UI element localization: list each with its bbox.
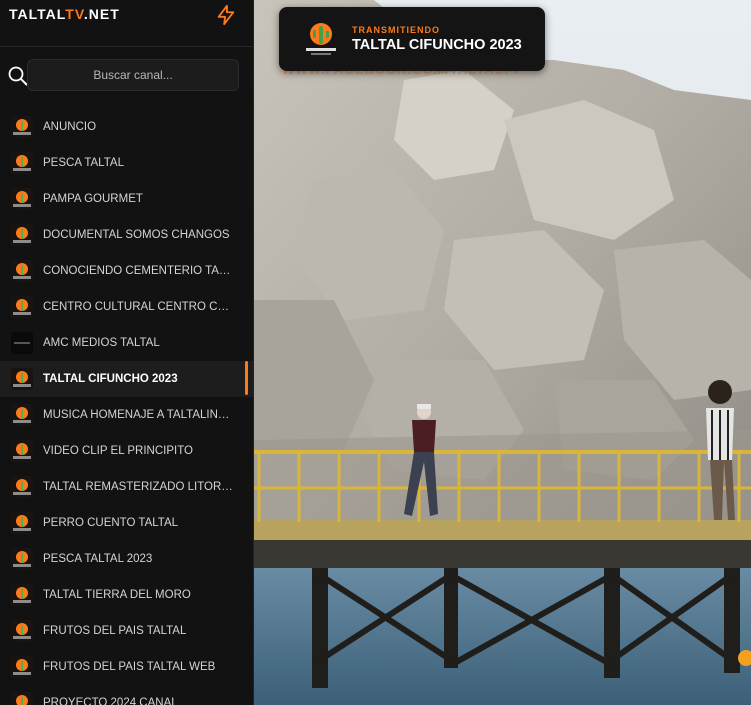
channel-list: ANUNCIO PESCA TALTAL PAMPA GOURMET DOCUMENT… xyxy=(0,109,253,705)
channel-item[interactable]: PESCA TALTAL 2023 xyxy=(0,541,253,577)
channel-thumbnail xyxy=(11,440,33,462)
channel-label: FRUTOS DEL PAIS TALTAL xyxy=(43,625,187,637)
channel-item[interactable]: PESCA TALTAL xyxy=(0,145,253,181)
channel-label: VIDEO CLIP EL PRINCIPITO xyxy=(43,445,193,457)
channel-label: TALTAL TIERRA DEL MORO xyxy=(43,589,191,601)
channel-item[interactable]: PERRO CUENTO TALTAL xyxy=(0,505,253,541)
channel-item[interactable]: ANUNCIO xyxy=(0,109,253,145)
sidebar: TALTALTV.NET ANUNCIO PESCA TALTAL PAMPA GO… xyxy=(0,0,254,705)
channel-item[interactable]: AMC MEDIOS TALTAL xyxy=(0,325,253,361)
now-playing-card: TRANSMITIENDO TALTAL CIFUNCHO 2023 xyxy=(279,7,545,71)
channel-thumbnail xyxy=(11,476,33,498)
channel-thumbnail xyxy=(11,656,33,678)
channel-thumbnail xyxy=(11,152,33,174)
channel-label: PERRO CUENTO TALTAL xyxy=(43,517,179,529)
video-frame xyxy=(254,0,751,705)
channel-item[interactable]: FRUTOS DEL PAIS TALTAL xyxy=(0,613,253,649)
lightning-icon[interactable] xyxy=(215,3,237,27)
channel-thumbnail xyxy=(11,692,33,705)
channel-label: PESCA TALTAL 2023 xyxy=(43,553,153,565)
channel-item[interactable]: MUSICA HOMENAJE A TALTALINOS xyxy=(0,397,253,433)
channel-item[interactable]: TALTAL TIERRA DEL MORO xyxy=(0,577,253,613)
channel-thumbnail xyxy=(11,260,33,282)
channel-thumbnail xyxy=(11,512,33,534)
channel-item[interactable]: TALTAL REMASTERIZADO LITORAL xyxy=(0,469,253,505)
brand-row: TALTALTV.NET xyxy=(0,0,253,47)
channel-thumbnail xyxy=(11,620,33,642)
channel-thumbnail xyxy=(11,368,33,390)
channel-item[interactable]: DOCUMENTAL SOMOS CHANGOS xyxy=(0,217,253,253)
now-playing-title: TALTAL CIFUNCHO 2023 xyxy=(352,37,522,53)
channel-item[interactable]: VIDEO CLIP EL PRINCIPITO xyxy=(0,433,253,469)
channel-item[interactable]: PAMPA GOURMET xyxy=(0,181,253,217)
channel-label: TALTAL CIFUNCHO 2023 xyxy=(43,373,178,385)
channel-thumbnail xyxy=(11,548,33,570)
channel-label: PAMPA GOURMET xyxy=(43,193,143,205)
channel-label: DOCUMENTAL SOMOS CHANGOS xyxy=(43,229,230,241)
channel-label: FRUTOS DEL PAIS TALTAL WEB xyxy=(43,661,216,673)
search-input[interactable] xyxy=(27,59,239,91)
channel-item[interactable]: CONOCIENDO CEMENTERIO TALTAL xyxy=(0,253,253,289)
video-player[interactable]: WWW.FACEBOOK.COM/TALTALTV xyxy=(254,0,751,705)
channel-thumbnail xyxy=(11,116,33,138)
channel-thumbnail xyxy=(11,332,33,354)
channel-thumbnail xyxy=(11,188,33,210)
channel-label: PESCA TALTAL xyxy=(43,157,124,169)
channel-thumbnail xyxy=(11,584,33,606)
channel-logo xyxy=(306,23,336,55)
now-playing-status: TRANSMITIENDO xyxy=(352,25,440,35)
channel-item[interactable]: CENTRO CULTURAL CENTRO CAMINO xyxy=(0,289,253,325)
channel-item[interactable]: PROYECTO 2024 CANAL xyxy=(0,685,253,705)
brand-logo[interactable]: TALTALTV.NET xyxy=(9,6,120,22)
channel-label: PROYECTO 2024 CANAL xyxy=(43,697,178,705)
channel-label: CONOCIENDO CEMENTERIO TALTAL xyxy=(43,265,233,277)
search-icon xyxy=(8,66,28,86)
channel-label: ANUNCIO xyxy=(43,121,97,133)
channel-label: TALTAL REMASTERIZADO LITORAL xyxy=(43,481,233,493)
channel-item[interactable]: TALTAL CIFUNCHO 2023 xyxy=(0,361,253,397)
channel-thumbnail xyxy=(11,224,33,246)
channel-thumbnail xyxy=(11,404,33,426)
channel-label: CENTRO CULTURAL CENTRO CAMINO xyxy=(43,301,233,313)
channel-label: MUSICA HOMENAJE A TALTALINOS xyxy=(43,409,233,421)
channel-label: AMC MEDIOS TALTAL xyxy=(43,337,160,349)
channel-item[interactable]: FRUTOS DEL PAIS TALTAL WEB xyxy=(0,649,253,685)
channel-thumbnail xyxy=(11,296,33,318)
